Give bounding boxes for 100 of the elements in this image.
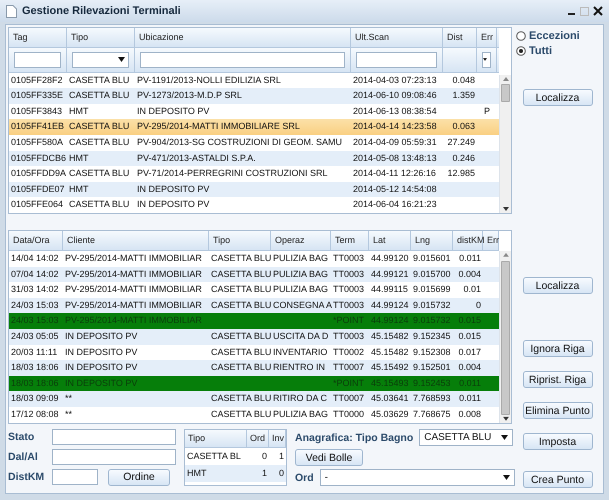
table-row[interactable]: 0105FF3843 HMT IN DEPOSITO PV 2014-06-13 08:38:54 P (9, 104, 499, 120)
input-field[interactable] (52, 468, 98, 485)
order-button[interactable]: Ordine (108, 468, 170, 486)
table-cell: IN DEPOSITO PV (137, 106, 210, 116)
radio-option[interactable]: Eccezioni (516, 29, 580, 42)
table-row[interactable]: 0105FF335E CASETTA BLU PV-1273/2013-M.D.P SRL 2014-06-10 09:08:46 1.359 (9, 88, 499, 104)
table-cell: 9.015732 (413, 315, 451, 326)
table-row[interactable]: 0105FFE064 CASETTA BLU IN DEPOSITO PV 2014-06-04 16:21:23 (9, 197, 499, 213)
filter-dropdown[interactable] (482, 52, 491, 68)
scrollbar[interactable] (499, 251, 511, 423)
action-button[interactable]: Ignora Riga (522, 340, 592, 357)
order-dropdown[interactable]: - (320, 469, 515, 486)
input-field[interactable] (52, 429, 176, 446)
table-cell: 1.359 (452, 90, 475, 100)
column-header[interactable]: distKM (453, 231, 483, 250)
table-cell: 0105FF3843 (11, 106, 62, 116)
column-header[interactable]: Term (331, 231, 369, 250)
table-cell: 0.015 (458, 330, 481, 341)
table-cell: IN DEPOSITO PV (65, 378, 138, 388)
table-cell: 7.768675 (413, 408, 451, 419)
table-cell: HMT (69, 184, 88, 194)
filter-field[interactable] (14, 52, 61, 68)
column-header[interactable]: Tag (9, 28, 67, 47)
table-cell: RITIRO DA C (273, 393, 328, 404)
scrollbar[interactable] (499, 75, 511, 213)
type-dropdown[interactable]: CASETTA BLU (419, 429, 514, 446)
table-row[interactable]: 0105FF580A CASETTA BLU PV-904/2013-SG COSTRUZIONI DI GEOM. SAMU 2014-04-09 05:59:31 27.249 (9, 135, 499, 151)
column-header[interactable]: Data/Ora (9, 231, 63, 250)
table-cell: CASETTA BLU (69, 90, 130, 100)
table-cell: CASETTA BLU (211, 393, 272, 404)
table-row[interactable]: 18/03 18:06 IN DEPOSITO PV CASETTA BLU RIENTRO IN TT0007 45.15492 9.152501 0.004 (9, 360, 499, 376)
table-cell: 17/12 08:08 (11, 408, 59, 419)
table-row[interactable]: 24/03 05:05 IN DEPOSITO PV CASETTA BLU USCITA DA D TT0003 45.15482 9.152345 0.015 (9, 328, 499, 345)
table-cell: PULIZIA BAG (273, 284, 328, 294)
action-button[interactable]: Elimina Punto (522, 402, 592, 419)
table-row[interactable]: 0105FF28F2 CASETTA BLU PV-1191/2013-NOLLI EDILIZIA SRL 2014-04-03 07:23:13 0.048 (9, 72, 499, 88)
table-cell: 24/03 15:03 (11, 300, 59, 310)
column-header[interactable]: Ult.Scan (351, 28, 443, 47)
table-cell: 2014-05-08 13:48:13 (353, 152, 437, 163)
radio-option[interactable]: Tutti (516, 44, 580, 57)
table-row[interactable]: 14/04 14:02 PV-295/2014-MATTI IMMOBILIAR CASETTA BLU PULIZIA BAG TT0003 44.99120 9.015601 0.011 (9, 251, 499, 267)
column-header[interactable]: Lng (411, 231, 453, 250)
column-header[interactable]: Ubicazione (135, 28, 351, 47)
table-cell: 0.063 (452, 121, 475, 132)
table-cell: 1 (262, 468, 267, 478)
column-header[interactable]: Cliente (63, 231, 209, 250)
input-field[interactable] (52, 448, 176, 465)
table-row[interactable]: 0105FF41EB CASETTA BLU PV-295/2014-MATTI IMMOBILIARE SRL 2014-04-14 14:23:58 0.063 (9, 119, 499, 136)
action-button[interactable]: Localizza (522, 89, 592, 106)
scrollbar-thumb[interactable] (501, 260, 510, 416)
table-cell: 9.015700 (413, 268, 451, 279)
table-row[interactable]: 18/03 09:09 ** CASETTA BLU RITIRO DA C TT0007 45.03641 7.768593 0.011 (9, 391, 499, 407)
column-header[interactable]: Tipo (67, 28, 135, 47)
column-header[interactable]: Dist (443, 28, 477, 47)
table-row[interactable]: 17/12 08:08 ** CASETTA BLU PULIZIA BAG TT0000 45.03629 7.768675 0.008 (9, 406, 499, 423)
table-cell: *POINT (333, 378, 364, 388)
table-row[interactable]: 07/04 14:02 PV-295/2014-MATTI IMMOBILIAR CASETTA BLU PULIZIA BAG TT0003 44.99121 9.015700 0.004 (9, 266, 499, 282)
action-button[interactable]: Imposta (522, 433, 592, 450)
filter-field[interactable] (140, 52, 345, 68)
table-row[interactable]: 31/03 14:02 PV-295/2014-MATTI IMMOBILIAR CASETTA BLU PULIZIA BAG TT0003 44.99115 9.015699 0.01 (9, 282, 499, 298)
filter-field[interactable] (356, 52, 437, 68)
table-cell: 0105FF580A (11, 137, 64, 148)
table-cell: CONSEGNA A (273, 300, 332, 310)
column-header[interactable]: Err (477, 28, 497, 47)
window-title: Gestione Rilevazioni Terminali (22, 5, 182, 17)
scrollbar-thumb[interactable] (501, 84, 510, 102)
table-cell: 44.99121 (371, 268, 409, 279)
action-button[interactable]: Localizza (522, 277, 592, 294)
table-row[interactable]: 20/03 11:11 IN DEPOSITO PV CASETTA BLU INVENTARIO TT0002 45.15482 9.152308 0.017 (9, 344, 499, 360)
table-cell: 44.99115 (371, 284, 408, 294)
field-label: Stato (8, 431, 36, 444)
column-header[interactable]: Lat (369, 231, 411, 250)
table-cell: 0105FF335E (11, 90, 64, 100)
table-cell: 1 (278, 451, 284, 461)
table-cell: 0.015 (458, 315, 481, 326)
column-header: Ord (247, 430, 269, 447)
table-cell: 0.048 (452, 74, 475, 85)
action-button[interactable]: Crea Punto (522, 471, 592, 488)
table-cell: CASETTA BLU (69, 74, 130, 85)
table-cell: RIENTRO IN (273, 362, 326, 372)
table-row[interactable]: 0105FFDCB6 HMT PV-471/2013-ASTALDI S.P.A. 2014-05-08 13:48:13 0.246 (9, 150, 499, 166)
table-row[interactable]: 0105FFDD9A CASETTA BLU PV-71/2014-PERREGRINI COSTRUZIONI SRL 2014-04-11 12:26:16 12.985 (9, 166, 499, 182)
column-header[interactable]: Err (483, 231, 499, 250)
table-cell: TT0007 (333, 362, 364, 372)
table-cell: 2014-06-04 16:21:23 (353, 199, 437, 210)
table-cell: CASETTA BLU (211, 268, 272, 279)
view-bolle-button[interactable]: Vedi Bolle (295, 449, 363, 466)
table-cell: 44.99124 (371, 315, 409, 326)
table-cell: 20/03 11:11 (11, 346, 58, 357)
column-header[interactable]: Tipo (209, 231, 271, 250)
maximize-icon[interactable] (580, 6, 589, 16)
table-row[interactable]: 0105FFDE07 HMT IN DEPOSITO PV 2014-05-12 14:54:08 (9, 182, 499, 198)
column-header[interactable]: Operaz (271, 231, 331, 250)
table-cell: 45.03629 (371, 408, 409, 419)
table-row[interactable]: 24/03 15:03 PV-295/2014-MATTI IMMOBILIAR CASETTA BLU CONSEGNA ATT0003 44.99124 9.015732 0 (9, 298, 499, 314)
table-cell: 0105FFDCB6 (11, 152, 66, 163)
close-icon[interactable] (593, 6, 603, 16)
action-button[interactable]: Riprist. Riga (522, 371, 592, 388)
scroll-down-icon[interactable] (502, 205, 510, 213)
table-cell: 0105FFDD9A (11, 168, 66, 178)
